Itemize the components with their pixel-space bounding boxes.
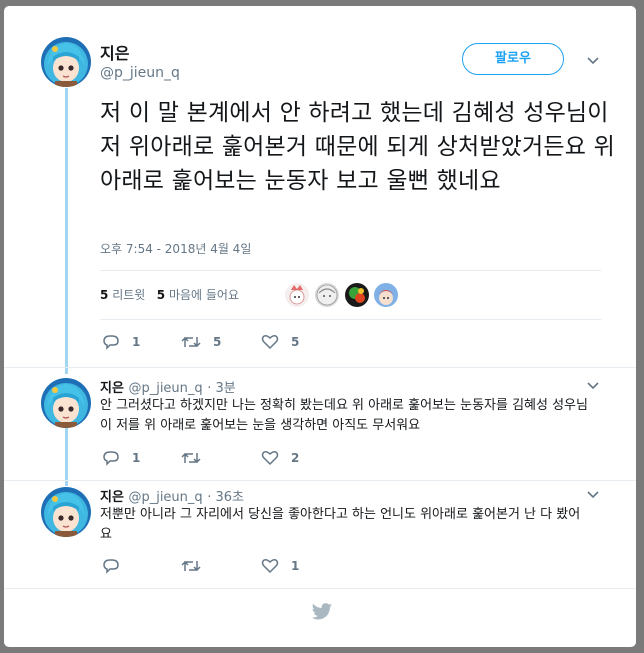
tweet-stats: 5 리트윗 5 마음에 들어요	[100, 286, 239, 303]
divider	[100, 319, 601, 320]
reply-count: 1	[132, 451, 141, 465]
reply-time[interactable]: · 36초	[207, 490, 244, 505]
reply-author-handle[interactable]: @p_jieun_q	[128, 381, 202, 396]
avatar[interactable]	[41, 487, 91, 537]
like-action[interactable]: 2	[261, 450, 299, 466]
heart-icon	[261, 451, 279, 466]
reply-text: 안 그러셨다고 하겠지만 나는 정확히 봤는데요 위 아래로 훑어보는 눈동자를…	[100, 398, 588, 433]
divider	[4, 367, 636, 368]
liker-avatar[interactable]	[285, 283, 309, 307]
liker-avatar[interactable]	[345, 283, 369, 307]
retweet-icon	[181, 452, 201, 464]
retweet-action[interactable]: 5	[181, 334, 221, 350]
like-stat-label: 마음에 들어요	[168, 288, 240, 302]
retweet-count: 5	[213, 335, 222, 349]
like-action[interactable]: 5	[261, 334, 299, 350]
chevron-down-icon[interactable]	[586, 54, 600, 68]
retweet-action[interactable]	[181, 450, 213, 466]
thread-line	[65, 426, 68, 486]
retweet-stat-label: 리트윗	[112, 288, 146, 302]
reply-count: 1	[132, 335, 141, 349]
follow-button[interactable]: 팔로우	[462, 43, 564, 75]
heart-icon	[261, 559, 279, 574]
retweet-stat[interactable]: 5 리트윗	[100, 288, 145, 302]
like-count: 5	[291, 335, 300, 349]
retweet-action[interactable]	[181, 558, 213, 574]
twitter-bird-icon	[311, 603, 332, 620]
retweet-icon	[181, 560, 201, 572]
divider	[100, 270, 601, 271]
reply-action[interactable]: 1	[102, 450, 140, 466]
reply-time[interactable]: · 3분	[207, 381, 236, 396]
reply-icon	[103, 335, 119, 350]
chevron-down-icon[interactable]	[586, 379, 600, 393]
reply-author-name[interactable]: 지은	[100, 490, 124, 505]
reply-action[interactable]: 1	[102, 334, 140, 350]
reply-author-name[interactable]: 지은	[100, 381, 124, 396]
divider	[4, 588, 636, 589]
author-name[interactable]: 지은	[100, 40, 129, 64]
retweet-icon	[181, 336, 201, 348]
tweet-timestamp[interactable]: 오후 7:54 - 2018년 4월 4일	[100, 240, 251, 257]
reply-icon	[103, 451, 119, 466]
thread-line	[65, 88, 68, 374]
like-action[interactable]: 1	[261, 558, 299, 574]
tweet-card: 지은 @p_jieun_q 팔로우 저 이 말 본계에서 안 하려고 했는데 김…	[4, 6, 636, 647]
author-handle[interactable]: @p_jieun_q	[100, 65, 180, 81]
reply-header: 지은 @p_jieun_q · 36초	[100, 486, 244, 505]
like-count: 1	[291, 559, 300, 573]
liker-avatar[interactable]	[315, 283, 339, 307]
chevron-down-icon[interactable]	[586, 488, 600, 502]
reply-author-handle[interactable]: @p_jieun_q	[128, 490, 202, 505]
reply-action[interactable]	[102, 558, 132, 574]
reply-icon	[103, 559, 119, 574]
reply-header: 지은 @p_jieun_q · 3분	[100, 377, 236, 396]
heart-icon	[261, 335, 279, 350]
avatar[interactable]	[41, 37, 91, 87]
avatar[interactable]	[41, 378, 91, 428]
tweet-text: 저 이 말 본계에서 안 하려고 했는데 김혜성 성우님이 저 위아래로 훑어본…	[100, 100, 615, 194]
reply-text: 저뿐만 아니라 그 자리에서 당신을 좋아한다고 하는 언니도 위아래로 훑어본…	[100, 507, 581, 542]
retweet-count: 5	[100, 288, 109, 302]
liker-avatar[interactable]	[374, 283, 398, 307]
like-stat[interactable]: 5 마음에 들어요	[157, 288, 239, 302]
divider	[4, 480, 636, 481]
like-count: 2	[291, 451, 300, 465]
like-count: 5	[156, 288, 166, 302]
